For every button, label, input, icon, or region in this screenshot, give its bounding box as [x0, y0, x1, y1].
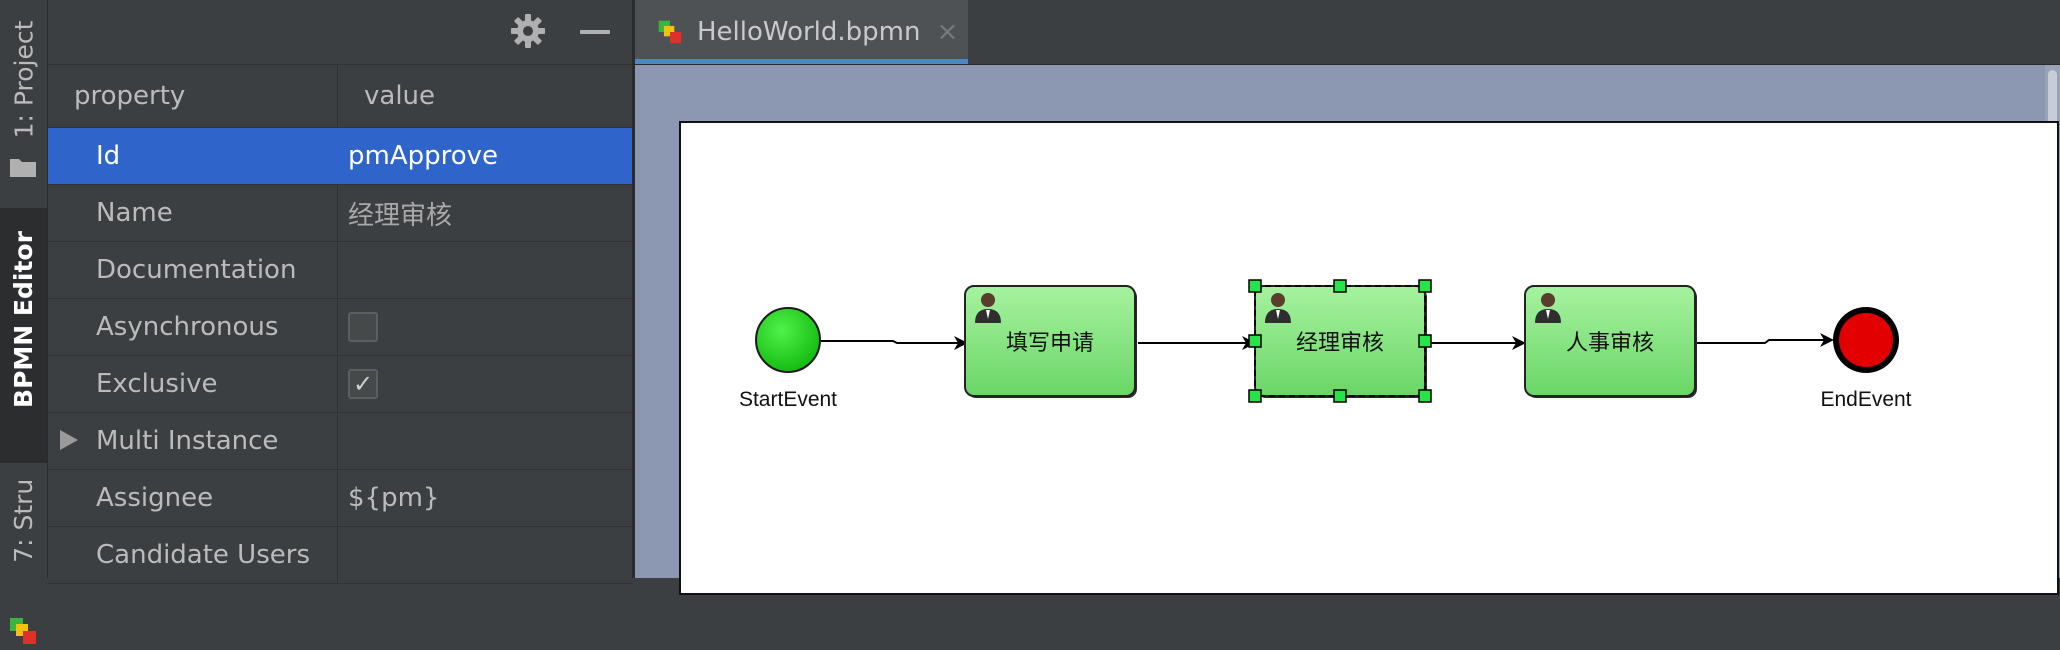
property-key: Documentation: [48, 242, 338, 298]
property-row-id[interactable]: Id pmApprove: [48, 128, 632, 185]
property-row-candidate-users[interactable]: Candidate Users: [48, 527, 632, 584]
property-key: Assignee: [48, 470, 338, 526]
property-row-documentation[interactable]: Documentation: [48, 242, 632, 299]
check-mark-icon: ✓: [352, 370, 374, 398]
end-event-label: EndEvent: [1820, 388, 1911, 411]
start-event[interactable]: [755, 307, 821, 373]
asynchronous-checkbox[interactable]: [348, 312, 378, 342]
property-key: Name: [48, 185, 338, 241]
property-value[interactable]: 经理审核: [338, 185, 632, 241]
bpmn-file-icon: [657, 19, 683, 45]
task-label: 人事审核: [1566, 330, 1654, 355]
editor-tab-bar: HelloWorld.bpmn ×: [635, 0, 2060, 65]
property-key: Candidate Users: [48, 527, 338, 583]
property-row-exclusive[interactable]: Exclusive ✓: [48, 356, 632, 413]
exclusive-checkbox[interactable]: ✓: [348, 369, 378, 399]
expand-triangle-icon[interactable]: [60, 430, 78, 450]
end-event[interactable]: [1833, 307, 1899, 373]
gear-icon[interactable]: [510, 13, 546, 53]
property-key: Id: [48, 128, 338, 184]
property-row-asynchronous[interactable]: Asynchronous: [48, 299, 632, 356]
diagram-svg: StartEvent 填写申请 经理审核 人事审核 EndEvent: [739, 279, 1912, 411]
task-hr-approval[interactable]: 人事审核: [1524, 285, 1697, 398]
sequence-flow[interactable]: [1695, 333, 1834, 347]
minimize-icon[interactable]: [580, 30, 610, 34]
panel-toolbar: [48, 0, 632, 65]
project-tab-label: 1: Project: [9, 20, 38, 139]
bpmn-editor-tab-label: BPMN Editor: [9, 231, 39, 408]
task-label: 经理审核: [1296, 330, 1384, 355]
property-key: Exclusive: [48, 356, 338, 412]
start-event-label: StartEvent: [739, 388, 837, 411]
property-value[interactable]: [338, 413, 632, 469]
property-row-assignee[interactable]: Assignee ${pm}: [48, 470, 632, 527]
tool-window-strip: 1: Project BPMN Editor 7: Structure: [0, 0, 48, 644]
property-key: Multi Instance: [96, 426, 279, 456]
task-fill-application[interactable]: 填写申请: [964, 285, 1137, 398]
property-value[interactable]: ${pm}: [338, 470, 632, 526]
task-label: 填写申请: [1006, 330, 1094, 355]
property-key: Asynchronous: [48, 299, 338, 355]
close-tab-icon[interactable]: ×: [937, 17, 959, 47]
bpmn-diagram[interactable]: StartEvent 填写申请 经理审核 人事审核 EndEvent: [679, 121, 2059, 595]
value-column-header: value: [364, 81, 436, 111]
property-value[interactable]: [338, 527, 632, 583]
property-value[interactable]: pmApprove: [338, 128, 632, 184]
properties-panel: property value Id pmApprove Name 经理审核 Do…: [48, 0, 635, 584]
structure-tab[interactable]: 7: Structure: [0, 478, 47, 578]
property-row-name[interactable]: Name 经理审核: [48, 185, 632, 242]
tab-helloworld-bpmn[interactable]: HelloWorld.bpmn ×: [635, 0, 968, 64]
sequence-flow[interactable]: [821, 336, 968, 350]
property-value[interactable]: [338, 242, 632, 298]
active-tab-indicator: [635, 59, 968, 64]
tab-file-name: HelloWorld.bpmn: [697, 17, 921, 47]
task-manager-approval[interactable]: 经理审核: [1248, 279, 1432, 403]
bpmn-editor-tab[interactable]: BPMN Editor: [0, 208, 47, 644]
properties-header-row: property value: [48, 65, 632, 128]
folder-icon: [9, 156, 37, 182]
structure-tab-label: 7: Structure: [9, 478, 39, 563]
bpmn-icon: [8, 616, 38, 650]
property-row-multi-instance[interactable]: Multi Instance: [48, 413, 632, 470]
project-tab[interactable]: 1: Project: [0, 0, 47, 195]
property-column-header: property: [48, 65, 338, 127]
